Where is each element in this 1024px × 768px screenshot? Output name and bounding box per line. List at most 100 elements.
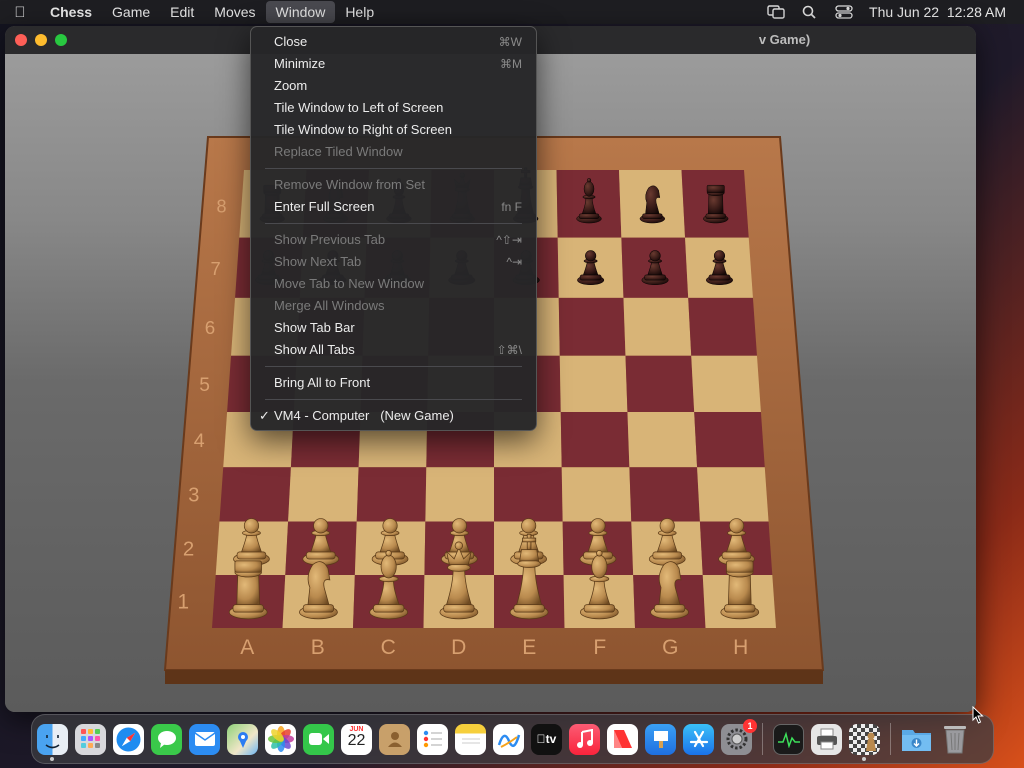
rank-label: 1: [178, 591, 190, 614]
notes-icon[interactable]: [455, 723, 486, 755]
menu-item-replace-tiled-window: Replace Tiled Window: [251, 141, 536, 163]
menu-item-close[interactable]: Close ⌘W: [251, 31, 536, 53]
file-label: D: [451, 636, 466, 659]
menu-item-enter-full-screen[interactable]: Enter Full Screen fn F: [251, 196, 536, 218]
freeform-icon[interactable]: [493, 723, 524, 755]
rank-label: 3: [188, 484, 199, 506]
control-center-icon[interactable]: [835, 5, 853, 19]
menu-item-show-all-tabs[interactable]: Show All Tabs ⇧⌘\: [251, 339, 536, 361]
contacts-icon[interactable]: [379, 723, 410, 755]
menu-item-move-tab-to-new-window: Move Tab to New Window: [251, 273, 536, 295]
menu-separator: [265, 366, 522, 367]
menu-separator: [265, 399, 522, 400]
appletv-label: tv: [541, 732, 557, 746]
board-square-c3[interactable]: [356, 467, 427, 522]
menu-game[interactable]: Game: [102, 1, 160, 23]
menu-app-chess[interactable]: Chess: [40, 1, 102, 23]
calendar-day: 22: [347, 731, 366, 749]
board-square-g4[interactable]: [627, 412, 698, 468]
music-icon[interactable]: [569, 723, 600, 755]
menu-item-show-previous-tab: Show Previous Tab ^⇧⇥: [251, 229, 536, 251]
menu-separator: [265, 223, 522, 224]
file-label: C: [381, 636, 396, 659]
facetime-icon[interactable]: [303, 723, 334, 755]
board-square-g3[interactable]: [629, 467, 700, 522]
board-square-f4[interactable]: [560, 412, 630, 468]
menu-help[interactable]: Help: [335, 1, 384, 23]
safari-icon[interactable]: [113, 723, 144, 755]
menu-item-shortcut: ⇧⌘\: [496, 343, 522, 357]
apple-menu-icon[interactable]: : [0, 4, 40, 21]
board-square-f5[interactable]: [559, 355, 628, 413]
board-square-h4[interactable]: [694, 412, 765, 468]
appstore-icon[interactable]: [683, 723, 714, 755]
board-square-g5[interactable]: [625, 355, 695, 413]
messages-icon[interactable]: [151, 723, 182, 755]
menu-item-bring-all-to-front[interactable]: Bring All to Front: [251, 372, 536, 394]
launchpad-icon[interactable]: [75, 723, 106, 755]
menu-item-zoom[interactable]: Zoom: [251, 75, 536, 97]
status-area: Thu Jun 22 12:28 AM: [767, 4, 1024, 20]
menu-item-label: Tile Window to Right of Screen: [274, 122, 452, 137]
menu-item-show-tab-bar[interactable]: Show Tab Bar: [251, 317, 536, 339]
dock-separator-2: [890, 723, 891, 755]
trash-icon[interactable]: [939, 724, 970, 755]
menu-item-label: Replace Tiled Window: [274, 144, 403, 159]
menu-item-shortcut: ^⇧⇥: [496, 233, 522, 247]
menu-item-label: Tile Window to Left of Screen: [274, 100, 444, 115]
settings-icon[interactable]: 1: [721, 718, 757, 755]
board-square-e3[interactable]: [494, 467, 563, 522]
menu-window[interactable]: Window: [265, 1, 336, 23]
menu-item-minimize[interactable]: Minimize ⌘M: [251, 53, 536, 75]
maps-icon[interactable]: [227, 723, 258, 755]
menu-item-shortcut: ^⇥: [506, 255, 522, 269]
board-square-h6[interactable]: [688, 297, 757, 356]
news-icon[interactable]: [607, 723, 638, 755]
settings-badge: 1: [743, 718, 757, 733]
board-square-h5[interactable]: [691, 355, 761, 413]
file-label: B: [311, 636, 325, 659]
menu-separator: [265, 168, 522, 169]
window-menu-dropdown: Close ⌘W Minimize ⌘M Zoom Tile Window to Left…: [250, 26, 537, 431]
board-square-f6[interactable]: [558, 297, 626, 356]
checkmark-icon: ✓: [259, 408, 270, 423]
menu-item-vm4-computer-new-game[interactable]: ✓ VM4 - Computer (New Game): [251, 405, 536, 427]
board-square-a3[interactable]: [219, 467, 291, 522]
dock: JUN 22 tv 1: [31, 714, 994, 764]
calendar-icon[interactable]: JUN 22: [341, 723, 372, 755]
menu-item-label: Enter Full Screen: [274, 199, 375, 214]
rank-label: 8: [216, 197, 226, 217]
chess-icon[interactable]: [849, 723, 880, 761]
keynote-icon[interactable]: [645, 723, 676, 755]
rank-label: 7: [211, 258, 221, 279]
menu-item-label: Zoom: [274, 78, 308, 93]
menu-item-tile-window-to-right-of-screen[interactable]: Tile Window to Right of Screen: [251, 119, 536, 141]
menu-item-label: Show Tab Bar: [274, 320, 355, 335]
spotlight-search-icon[interactable]: [801, 5, 819, 19]
board-square-f3[interactable]: [561, 467, 632, 522]
menu-edit[interactable]: Edit: [160, 1, 204, 23]
menu-item-shortcut: ⌘M: [500, 57, 522, 71]
printer-icon[interactable]: [811, 723, 842, 755]
menu-moves[interactable]: Moves: [204, 1, 265, 23]
menu-item-label: VM4 - Computer (New Game): [274, 408, 454, 423]
board-square-g6[interactable]: [623, 297, 692, 356]
menubar-clock[interactable]: Thu Jun 22 12:28 AM: [869, 4, 1006, 20]
reminders-icon[interactable]: [417, 723, 448, 755]
menu-item-label: Bring All to Front: [274, 375, 371, 390]
photos-icon[interactable]: [265, 723, 296, 755]
downloads-folder-icon[interactable]: [901, 724, 932, 755]
board-square-b3[interactable]: [288, 467, 359, 522]
board-square-h3[interactable]: [697, 467, 769, 522]
screen-mirroring-icon[interactable]: [767, 5, 785, 19]
mouse-cursor-icon: [972, 706, 984, 724]
board-square-d3[interactable]: [425, 467, 494, 522]
mail-icon[interactable]: [189, 723, 220, 755]
activity-monitor-icon[interactable]: [773, 723, 804, 755]
finder-icon[interactable]: [37, 723, 68, 761]
appletv-icon[interactable]: tv: [531, 723, 562, 755]
menu-item-label: Show All Tabs: [274, 342, 355, 357]
menu-item-shortcut: fn F: [501, 200, 522, 214]
menu-item-tile-window-to-left-of-screen[interactable]: Tile Window to Left of Screen: [251, 97, 536, 119]
rank-label: 6: [205, 317, 215, 338]
